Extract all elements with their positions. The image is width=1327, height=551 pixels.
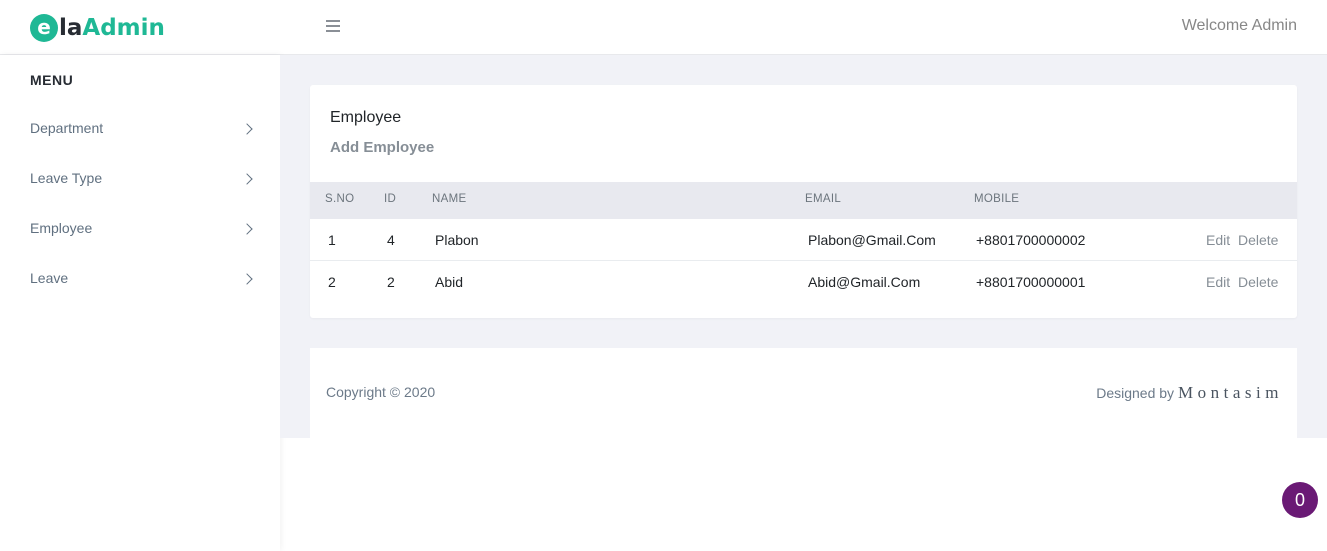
logo-text: laAdmin: [59, 15, 165, 41]
sidebar-item-leave[interactable]: Leave: [0, 255, 280, 305]
author-name: Montasim: [1178, 383, 1283, 402]
edit-link[interactable]: Edit: [1206, 232, 1230, 248]
sidebar-item-leave-type[interactable]: Leave Type: [0, 155, 280, 205]
logo[interactable]: e laAdmin: [30, 11, 165, 45]
card-title: Employee: [330, 109, 402, 126]
footer: Copyright © 2020 Designed by Montasim: [310, 348, 1297, 438]
cell-name: Abid: [435, 274, 464, 290]
add-employee-link[interactable]: Add Employee: [330, 139, 434, 156]
hamburger-icon[interactable]: [326, 20, 341, 34]
employee-card: Employee Add Employee S.NO ID NAME EMAIL…: [310, 85, 1297, 318]
column-header-mobile: MOBILE: [974, 193, 1020, 205]
sidebar-item-label: Leave Type: [30, 170, 103, 186]
cell-email: Plabon@Gmail.Com: [808, 232, 936, 248]
designed-by-label: Designed by: [1096, 385, 1175, 401]
delete-link[interactable]: Delete: [1238, 232, 1278, 248]
cell-sno: 2: [328, 274, 336, 290]
edit-link[interactable]: Edit: [1206, 274, 1230, 290]
column-header-name: NAME: [432, 193, 467, 205]
sidebar-item-department[interactable]: Department: [0, 105, 280, 155]
delete-link[interactable]: Delete: [1238, 274, 1278, 290]
table-row: 2 2 Abid Abid@Gmail.Com +8801700000001 E…: [310, 261, 1297, 303]
sidebar-item-label: Employee: [30, 220, 93, 236]
sidebar-item-employee[interactable]: Employee: [0, 205, 280, 255]
menu-title: MENU: [30, 72, 74, 88]
cell-sno: 1: [328, 232, 336, 248]
table-row: 1 4 Plabon Plabon@Gmail.Com +88017000000…: [310, 219, 1297, 261]
cell-id: 2: [387, 274, 395, 290]
chevron-right-icon: [241, 123, 253, 135]
chevron-right-icon: [241, 273, 253, 285]
top-header: e laAdmin Welcome Admin: [0, 0, 1327, 55]
copyright-text: Copyright © 2020: [326, 384, 436, 400]
sidebar-item-label: Leave: [30, 270, 69, 286]
logo-e-mark: e: [30, 14, 58, 42]
column-header-id: ID: [384, 193, 397, 205]
main-content: Employee Add Employee S.NO ID NAME EMAIL…: [280, 55, 1327, 438]
welcome-text: Welcome Admin: [1181, 17, 1297, 34]
sidebar-item-label: Department: [30, 120, 104, 136]
cell-name: Plabon: [435, 232, 479, 248]
designed-by: Designed by Montasim: [1096, 383, 1283, 403]
column-header-sno: S.NO: [325, 193, 355, 205]
chevron-right-icon: [241, 223, 253, 235]
cell-id: 4: [387, 232, 395, 248]
chevron-right-icon: [241, 173, 253, 185]
cell-mobile: +8801700000002: [976, 232, 1086, 248]
column-header-email: EMAIL: [805, 193, 842, 205]
cell-email: Abid@Gmail.Com: [808, 274, 921, 290]
notification-badge[interactable]: 0: [1282, 482, 1318, 518]
cell-mobile: +8801700000001: [976, 274, 1086, 290]
sidebar: MENU Department Leave Type Employee Leav…: [0, 55, 280, 551]
table-header: S.NO ID NAME EMAIL MOBILE: [310, 182, 1297, 219]
